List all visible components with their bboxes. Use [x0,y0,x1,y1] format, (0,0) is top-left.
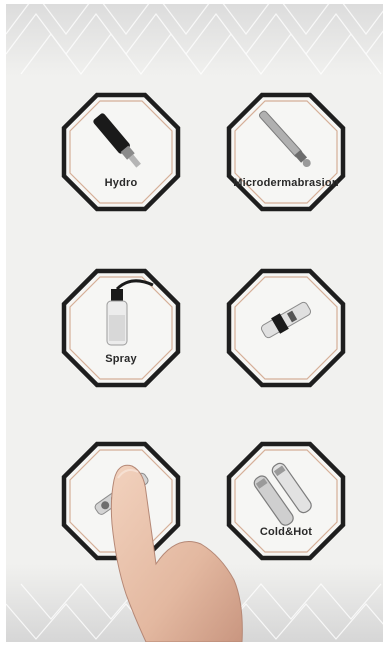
tile-ultrasonic[interactable] [221,263,351,393]
tile-label: Spray [105,353,137,365]
treatment-menu-screen: Hydro Microdermabrasion Spray Cold&Hot [6,4,383,642]
tile-spray[interactable]: Spray [56,263,186,393]
tile-label: Cold&Hot [259,526,313,538]
header-pattern [6,4,383,76]
tile-bio-lift[interactable] [56,436,186,566]
tile-cold-hot[interactable]: Cold&Hot [221,436,351,566]
tile-microdermabrasion[interactable]: Microdermabrasion [221,87,351,217]
bio-lift-handpiece-icon [94,472,149,515]
tile-hydro[interactable]: Hydro [56,87,186,217]
hydro-handpiece-icon [93,113,141,168]
spray-bottle-icon [106,279,154,346]
tile-label: Microdermabrasion [233,177,339,189]
ultrasonic-probe-icon [260,301,312,339]
cold-hot-hammer-icon [253,462,312,526]
footer-pattern [6,564,383,642]
microdermabrasion-wand-icon [259,110,311,168]
device-photo-frame: Hydro Microdermabrasion Spray Cold&Hot [0,0,389,646]
